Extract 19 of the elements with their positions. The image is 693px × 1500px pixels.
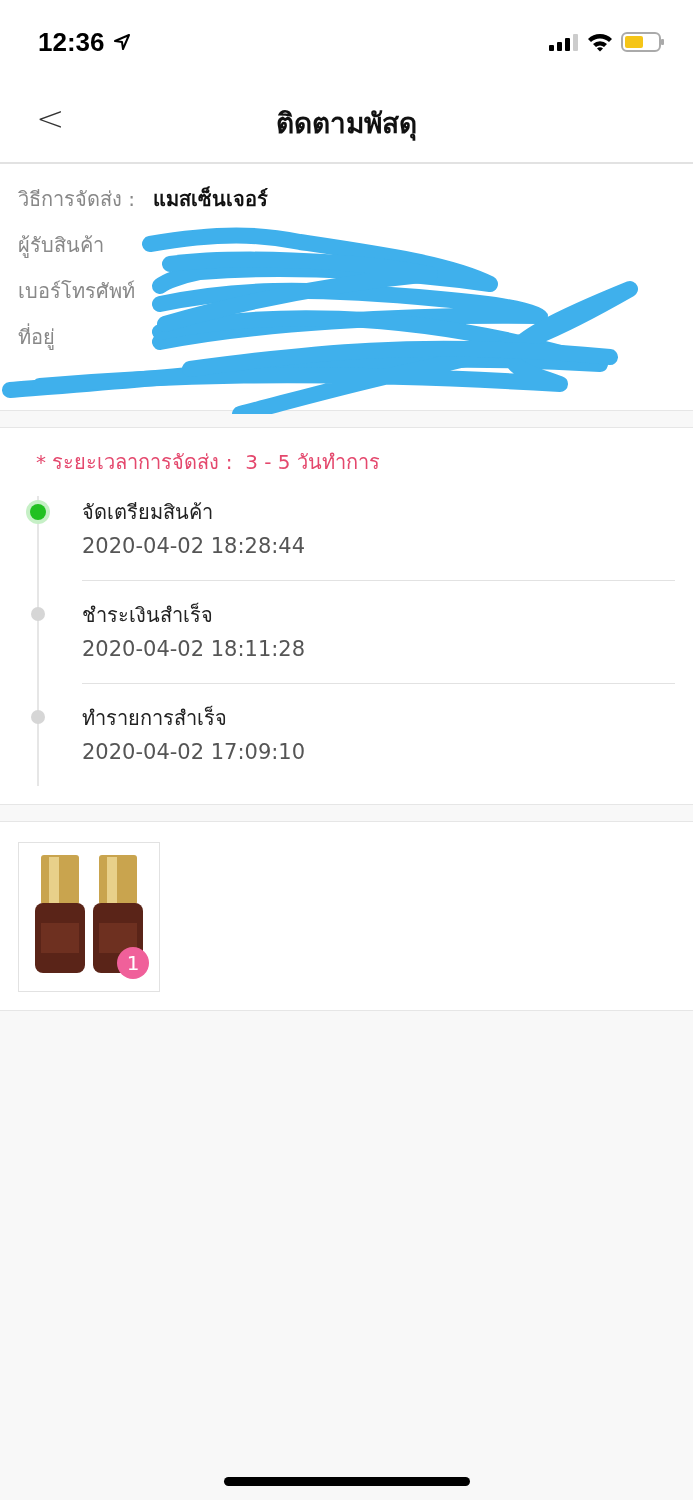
- step-title: จัดเตรียมสินค้า: [82, 499, 214, 526]
- step-time: 2020-04-02 18:11:28: [82, 637, 307, 661]
- info-label: ผู้รับสินค้า: [18, 232, 104, 260]
- info-label: ที่อยู่: [18, 322, 55, 352]
- wifi-icon: [587, 32, 613, 52]
- signal-icon: [549, 32, 579, 52]
- battery-icon: [621, 31, 665, 53]
- info-label: เบอร์โทรศัพท์: [18, 278, 135, 305]
- step-time: 2020-04-02 18:28:44: [82, 534, 307, 558]
- step-time: 2020-04-02 17:09:10: [82, 740, 307, 764]
- page-title: ติดตามพัสดุ: [276, 106, 417, 143]
- info-label: วิธีการจัดส่ง :: [18, 186, 136, 213]
- delivery-time-text: * ระยะเวลาการจัดส่ง : 3 - 5 วันทำการ: [35, 449, 381, 476]
- step-title: ทำรายการสำเร็จ: [82, 704, 228, 732]
- location-arrow-icon: [112, 33, 131, 51]
- status-time: 12:36: [38, 26, 105, 58]
- step-title: ชำระเงินสำเร็จ: [82, 601, 214, 629]
- info-value: แมสเซ็นเจอร์: [153, 185, 269, 213]
- back-button[interactable]: <: [30, 98, 71, 138]
